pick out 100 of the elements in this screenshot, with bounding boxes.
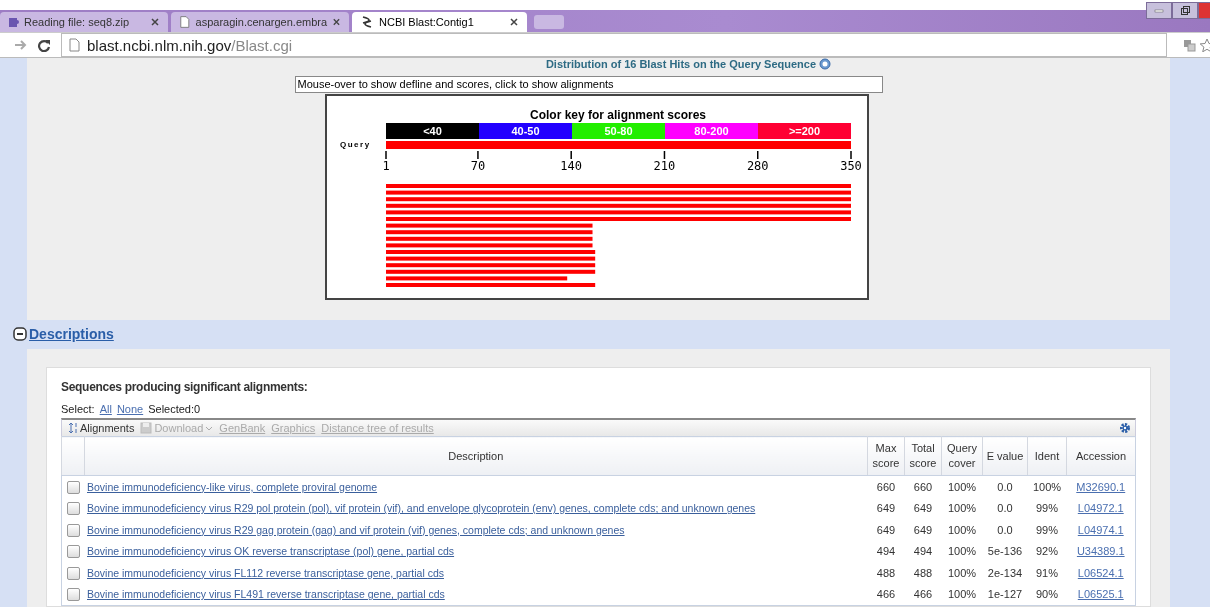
accession-link[interactable]: L04972.1 — [1077, 502, 1124, 515]
table-cell: 466 — [867, 583, 905, 606]
description-link[interactable]: Bovine immunodeficiency virus OK reverse transcriptase (pol) gene, partial cds — [87, 545, 455, 558]
hit-bar[interactable] — [385, 269, 595, 274]
table-cell-text: 100% — [946, 501, 978, 517]
select-label: Select: — [61, 403, 95, 415]
table-cell: 100% — [1027, 475, 1067, 498]
table-cell-text: 5e-136 — [986, 544, 1024, 560]
table-cell-text: 488 — [875, 565, 897, 581]
table-cell: 0.0 — [982, 475, 1028, 498]
hit-bar[interactable] — [385, 256, 595, 261]
row-checkbox[interactable] — [66, 566, 80, 580]
table-cell: 90% — [1027, 583, 1067, 606]
table-cell-text: 99% — [1035, 522, 1059, 538]
select-link[interactable]: None — [116, 403, 144, 415]
hit-bar[interactable] — [385, 203, 851, 208]
description-link[interactable]: Bovine immunodeficiency virus R29 pol protein (pol), vif protein (vif), and envelope glycoprotein (env) genes, complete cds; and unknown genes — [87, 502, 756, 515]
descriptions-link[interactable]: Descriptions — [29, 326, 114, 343]
x-tick-label: 280 — [746, 159, 769, 173]
browser-tab[interactable]: Reading file: seq8.zip — [0, 12, 168, 32]
hint-field: Mouse-over to show defline and scores, click to show alignments — [294, 76, 883, 93]
hit-bar[interactable] — [385, 230, 592, 235]
hit-bar[interactable] — [385, 210, 851, 215]
browser-tab[interactable]: NCBI Blast:Contig1 — [352, 12, 527, 32]
accession-link[interactable]: M32690.1 — [1076, 480, 1126, 493]
star-icon[interactable] — [1200, 38, 1210, 52]
hit-bar[interactable] — [385, 236, 592, 241]
hit-bar[interactable] — [385, 223, 592, 228]
x-tick-label: 140 — [559, 159, 582, 173]
x-tick-label: 210 — [653, 159, 675, 173]
hit-bar[interactable] — [385, 190, 851, 195]
table-cell-text: 2e-134 — [986, 565, 1024, 581]
column-header: Max score — [867, 436, 905, 476]
query-label: Query — [339, 140, 371, 149]
row-checkbox[interactable] — [66, 523, 80, 537]
description-link[interactable]: Bovine immunodeficiency virus R29 gag protein (gag) and vif protein (vif) genes, complete cds; and unknown genes — [87, 523, 625, 536]
row-checkbox[interactable] — [66, 480, 80, 494]
row-checkbox[interactable] — [66, 588, 80, 602]
description-link[interactable]: Bovine immunodeficiency virus FL491 reverse transcriptase gene, partial cds — [87, 588, 445, 601]
color-key-segment: <40 — [385, 123, 479, 139]
sort-icon — [68, 422, 78, 434]
color-key-title: Color key for alignment scores — [529, 108, 706, 122]
table-cell: 660 — [867, 475, 905, 498]
save-icon — [140, 422, 153, 434]
address-field[interactable]: blast.ncbi.nlm.nih.gov/Blast.cgi — [61, 33, 1167, 57]
page-icon — [179, 15, 191, 29]
description-link[interactable]: Bovine immunodeficiency virus FL112 reverse transcriptase gene, partial cds — [87, 566, 444, 579]
reload-icon[interactable] — [37, 38, 51, 52]
selected-count: Selected:0 — [148, 403, 201, 415]
restore-button[interactable] — [1172, 2, 1198, 19]
accession-link[interactable]: L06524.1 — [1077, 566, 1124, 579]
table-cell: 660 — [904, 475, 942, 498]
accession-link[interactable]: U34389.1 — [1076, 545, 1125, 558]
x-tick-label: 70 — [470, 159, 485, 173]
color-key-segment: 50-80 — [571, 123, 665, 139]
close-icon[interactable] — [509, 17, 519, 27]
column-header: Description — [84, 436, 868, 476]
hit-bar[interactable] — [385, 263, 595, 268]
panel-title: Sequences producing significant alignments: — [61, 380, 309, 394]
helix-icon — [360, 15, 374, 29]
table-cell-text: 0.0 — [996, 522, 1014, 538]
column-header: Ident — [1027, 436, 1067, 476]
row-checkbox[interactable] — [66, 502, 80, 516]
x-tick-label: 350 — [839, 159, 862, 173]
close-icon[interactable] — [332, 17, 341, 27]
select-link[interactable]: All — [99, 403, 112, 415]
forward-icon[interactable] — [14, 38, 27, 52]
table-cell-text: 494 — [875, 544, 897, 560]
close-icon[interactable] — [150, 17, 160, 27]
table-cell: 100% — [941, 583, 983, 606]
table-cell-text: 100% — [946, 522, 978, 538]
table-cell-text: 91% — [1035, 565, 1059, 581]
table-cell-text: 649 — [912, 501, 934, 517]
description-link[interactable]: Bovine immunodeficiency-like virus, complete proviral genome — [87, 480, 378, 493]
row-checkbox[interactable] — [66, 545, 80, 559]
hit-bar[interactable] — [385, 243, 592, 248]
accession-link[interactable]: L06525.1 — [1077, 588, 1124, 601]
caret-icon — [205, 424, 214, 432]
toolbar-button[interactable]: Alignments — [68, 422, 135, 434]
help-icon[interactable] — [819, 58, 832, 70]
column-header: Query cover — [941, 436, 983, 476]
x-axis: 1 70 140 210 280 350 — [381, 150, 862, 173]
hit-bar[interactable] — [385, 197, 851, 202]
table-cell-text: 649 — [875, 522, 897, 538]
collapse-icon[interactable] — [13, 327, 27, 342]
puzzle-icon — [8, 15, 19, 29]
column-header: Accession — [1066, 436, 1136, 476]
browser-tab[interactable]: asparagin.cenargen.embra — [171, 12, 349, 32]
table-cell-text: 649 — [912, 522, 934, 538]
table-cell-text: 649 — [875, 501, 897, 517]
translate-icon[interactable] — [1183, 38, 1196, 52]
x-tick-label: 1 — [381, 159, 390, 173]
table-cell-text: 100% — [946, 565, 978, 581]
column-header: E value — [982, 436, 1028, 476]
table-cell: 1e-127 — [982, 583, 1028, 606]
hit-bar[interactable] — [385, 276, 567, 281]
accession-link[interactable]: L04974.1 — [1077, 523, 1124, 536]
table-cell-text: 92% — [1035, 544, 1059, 560]
minimize-button[interactable] — [1146, 2, 1172, 19]
settings-icon[interactable] — [1119, 422, 1131, 434]
